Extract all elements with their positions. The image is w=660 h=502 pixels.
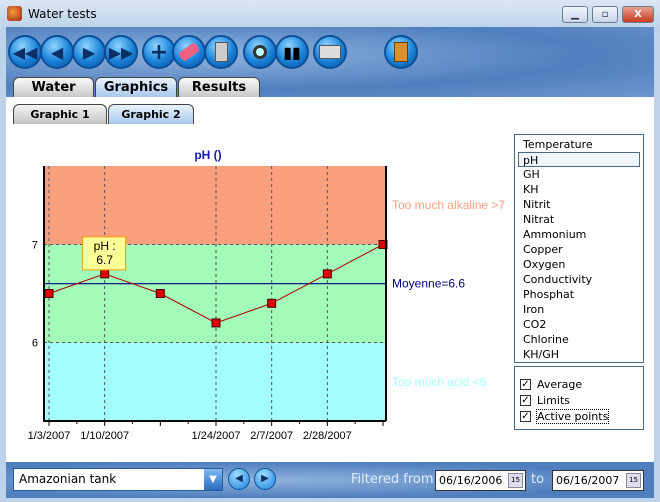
add-button[interactable]: + xyxy=(142,35,176,69)
parameter-item[interactable]: Copper xyxy=(518,242,640,257)
app-icon xyxy=(7,6,22,21)
next-icon: ▶ xyxy=(82,42,96,62)
ph-chart: Too much alkaline >7 Too much acid <6 6 7 1/… xyxy=(28,148,506,442)
exit-door-icon xyxy=(394,42,408,62)
data-point[interactable] xyxy=(322,269,332,279)
binoculars-icon: ▮▮ xyxy=(283,42,301,62)
data-point[interactable] xyxy=(155,289,165,298)
next-tank-button[interactable]: ▶ xyxy=(254,468,276,490)
parameter-item[interactable]: Conductivity xyxy=(518,272,640,287)
option-label: Active points xyxy=(535,408,610,424)
maximize-button[interactable]: ▫ xyxy=(592,6,618,23)
close-button[interactable]: X xyxy=(622,6,654,23)
x-tick-label: 1/3/2007 xyxy=(28,430,71,442)
parameter-item[interactable]: pH xyxy=(518,152,640,167)
window-title: Water tests xyxy=(28,7,97,21)
filtered-from-label: Filtered from xyxy=(351,472,434,487)
x-tick-label: 1/10/2007 xyxy=(80,430,129,442)
eraser-icon xyxy=(177,42,201,62)
parameter-item[interactable]: Chlorine xyxy=(518,332,640,347)
chart-title: pH () xyxy=(194,148,221,162)
x-tick-label: 2/28/2007 xyxy=(303,430,352,442)
next-record-button[interactable]: ▶ xyxy=(72,35,106,69)
tooltip-label: pH : xyxy=(94,239,116,253)
exit-button[interactable] xyxy=(384,35,418,69)
x-tick-label: 2/7/2007 xyxy=(250,430,293,442)
trash-icon xyxy=(214,42,228,62)
option-checkbox[interactable]: ✓ Active points xyxy=(520,408,643,424)
title-bar: Water tests ▁ ▫ X xyxy=(0,0,660,28)
tab-graphic-2[interactable]: Graphic 2 xyxy=(108,104,194,124)
parameter-item[interactable]: Oxygen xyxy=(518,257,640,272)
first-record-button[interactable]: ◀◀ xyxy=(8,35,42,69)
x-tick-label: 1/24/2007 xyxy=(192,430,241,442)
y-tick-label: 6 xyxy=(32,338,38,350)
add-icon: + xyxy=(149,39,169,65)
parameter-item[interactable]: Nitrat xyxy=(518,212,640,227)
data-point[interactable] xyxy=(44,289,54,298)
parameter-item[interactable]: CO2 xyxy=(518,317,640,332)
checkbox-icon[interactable]: ✓ xyxy=(520,378,531,390)
tank-select[interactable]: Amazonian tank xyxy=(13,468,223,491)
option-checkbox[interactable]: ✓ Average xyxy=(520,376,643,392)
option-label: Limits xyxy=(537,393,570,407)
zone-label: Too much alkaline >7 xyxy=(392,198,505,212)
tab-water-tests[interactable]: Water tests xyxy=(13,77,94,114)
parameter-item[interactable]: GH xyxy=(518,167,640,182)
parameter-item[interactable]: Temperature xyxy=(518,137,640,152)
data-point[interactable] xyxy=(100,269,110,279)
arrow-left-icon: ◀ xyxy=(235,473,243,484)
data-point[interactable] xyxy=(211,318,221,328)
y-tick-label: 7 xyxy=(32,239,38,251)
zone-band xyxy=(44,166,386,245)
previous-record-button[interactable]: ◀ xyxy=(40,35,74,69)
parameter-item[interactable]: Nitrit xyxy=(518,197,640,212)
parameter-list[interactable]: Temperature pH GH KH Nitrit Nitrat Ammonium Cop… xyxy=(514,134,644,363)
zone-band xyxy=(44,342,386,421)
previous-tank-button[interactable]: ◀ xyxy=(228,468,250,490)
magnifier-icon xyxy=(253,45,267,59)
first-icon: ◀◀ xyxy=(12,42,38,62)
parameter-item[interactable]: Iron xyxy=(518,302,640,317)
data-point[interactable] xyxy=(267,298,277,308)
parameter-item[interactable]: KH/GH xyxy=(518,347,640,362)
calendar-icon[interactable]: 15 xyxy=(626,473,641,488)
erase-button[interactable] xyxy=(172,35,206,69)
parameter-item[interactable]: Phosphat xyxy=(518,287,640,302)
calendar-icon[interactable]: 15 xyxy=(508,473,523,488)
options-panel: ✓ Average ✓ Limits ✓ Active points xyxy=(514,366,644,430)
minimize-button[interactable]: ▁ xyxy=(562,6,588,23)
zone-label: Too much acid <6 xyxy=(392,375,487,389)
checkbox-icon[interactable]: ✓ xyxy=(520,394,531,406)
tooltip-value: 6.7 xyxy=(96,253,113,267)
from-date-field[interactable]: 06/16/2006 15 xyxy=(435,470,526,491)
arrow-right-icon: ▶ xyxy=(261,473,269,484)
print-button[interactable] xyxy=(313,35,347,69)
to-date-field[interactable]: 06/16/2007 15 xyxy=(552,470,644,491)
checkbox-icon[interactable]: ✓ xyxy=(520,410,531,422)
search-button[interactable] xyxy=(243,35,277,69)
tab-results[interactable]: Results xyxy=(178,77,260,97)
delete-button[interactable] xyxy=(204,35,238,69)
tab-graphic-1[interactable]: Graphic 1 xyxy=(13,104,107,124)
option-checkbox[interactable]: ✓ Limits xyxy=(520,392,643,408)
parameter-item[interactable]: Ammonium xyxy=(518,227,640,242)
printer-icon xyxy=(319,45,341,59)
to-date-value: 06/16/2007 xyxy=(556,474,620,487)
last-icon: ▶▶ xyxy=(108,42,134,62)
option-label: Average xyxy=(537,377,583,391)
tab-graphics[interactable]: Graphics xyxy=(95,77,177,97)
find-button[interactable]: ▮▮ xyxy=(275,35,309,69)
previous-icon: ◀ xyxy=(50,42,64,62)
to-label: to xyxy=(531,472,545,487)
last-record-button[interactable]: ▶▶ xyxy=(104,35,138,69)
average-label: Moyenne=6.6 xyxy=(392,277,465,291)
parameter-item[interactable]: KH xyxy=(518,182,640,197)
chevron-down-icon[interactable]: ▼ xyxy=(204,469,222,490)
from-date-value: 06/16/2006 xyxy=(439,474,503,487)
